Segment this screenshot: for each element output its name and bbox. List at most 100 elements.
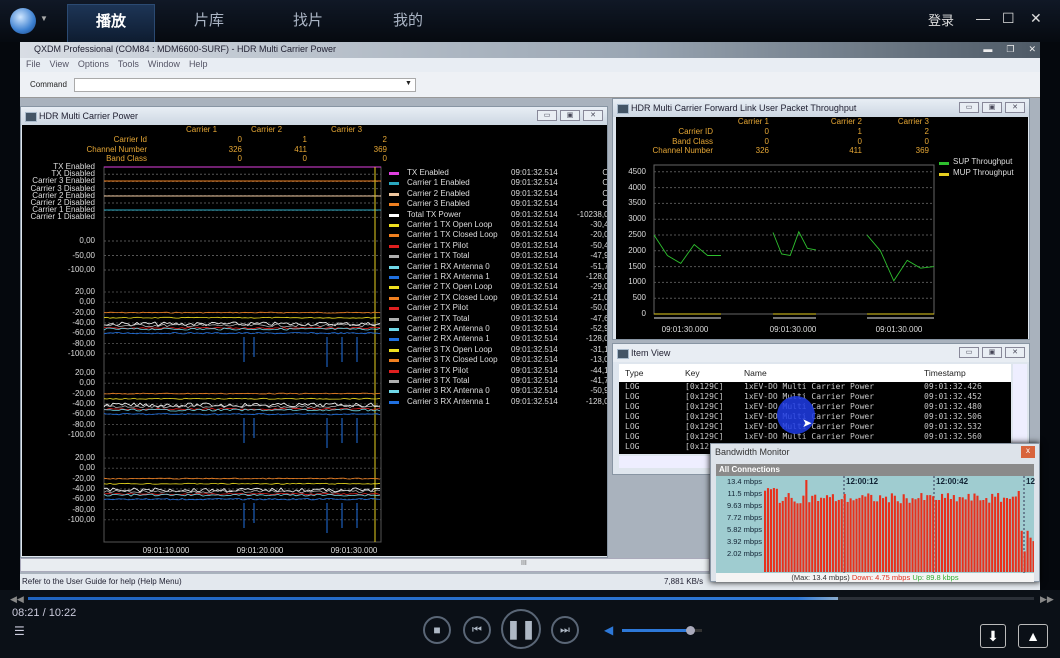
bandwidth-bar [823,498,826,572]
pause-icon[interactable]: ❚❚ [501,609,541,649]
player-controls: ◀◀ ▶▶ 08:21 / 10:22 ☰ ■ ⏮ ❚❚ ⏭ ◀ ⬇ ▲ [0,590,1060,658]
qxdm-restore-icon[interactable]: ❐ [1006,44,1014,55]
qxdm-minimize-icon[interactable]: ▬ [983,44,992,55]
qxdm-close-icon[interactable]: ✕ [1028,44,1036,55]
item-cell: LOG [625,432,640,441]
close-icon[interactable]: ✕ [1005,102,1025,113]
bandwidth-bar [817,500,820,572]
minimize-icon[interactable]: ▭ [959,347,979,358]
y-tick: -40,00 [72,398,95,408]
item-cell: 1xEV-DO Multi Carrier Power [744,382,875,391]
login-button[interactable]: 登录 [928,10,954,29]
bandwidth-bar [991,493,994,572]
bandwidth-bar [911,498,914,572]
bandwidth-bar [793,501,796,572]
menu-tools[interactable]: Tools [118,59,139,69]
legend-item: Carrier 1 TX Total 09:01:32.514 -47,97 [389,251,607,261]
restore-icon[interactable]: ▣ [560,110,580,121]
legend-time: 09:01:32.514 [511,188,558,198]
legend-swatch [389,296,399,300]
legend-swatch [389,265,399,269]
command-input[interactable] [74,78,416,92]
legend-time: 09:01:32.514 [511,220,558,229]
legend-item: Total TX Power 09:01:32.514 -10238,00 [389,210,607,220]
close-icon[interactable]: ✕ [1005,347,1025,358]
legend-item: Carrier 2 TX Total 09:01:32.514 -47,62 [389,314,607,324]
bandwidth-bar [814,494,817,572]
bandwidth-bar [796,503,799,572]
seek-bar[interactable] [28,597,1034,600]
legend-swatch [389,338,399,342]
x-tick: 09:01:30.000 [875,325,923,334]
share-icon[interactable]: ▲ [1018,624,1048,648]
tab-find[interactable]: 找片 [264,4,352,42]
legend-item: Carrier 1 RX Antenna 0 09:01:32.514 -51,78 [389,262,607,272]
legend-value: -10238,00 [576,209,607,219]
previous-icon[interactable]: ⏮ [463,616,491,644]
command-dropdown-icon[interactable]: ▼ [405,80,412,87]
y-tick: 4500 [628,166,646,176]
legend-time: 09:01:32.514 [511,261,558,271]
volume-knob[interactable] [686,626,695,635]
tab-play[interactable]: 播放 [67,4,155,42]
close-icon[interactable]: x [1021,446,1035,458]
forward-icon[interactable]: ▶▶ [1040,594,1054,605]
y-tick: -100,00 [67,348,95,358]
bandwidth-bar [952,495,955,572]
menu-options[interactable]: Options [78,59,109,69]
bandwidth-bar [784,497,787,572]
y-tick: -80,00 [72,504,95,514]
rewind-icon[interactable]: ◀◀ [10,594,24,605]
logo-dropdown-icon[interactable]: ▼ [40,14,48,23]
legend-swatch [939,162,949,165]
menu-file[interactable]: File [26,59,41,69]
restore-icon[interactable]: ▣ [982,102,1002,113]
volume-icon[interactable]: ◀ [604,623,613,637]
throughput-chart: Carrier 1 Carrier 2 Carrier 3 Carrier ID 0 1 2… [616,117,1028,339]
hdr-multi-carrier-power-window: HDR Multi Carrier Power ▭ ▣ ✕ Carrier 1 Car… [20,106,608,558]
legend-name: Carrier 2 TX Total [407,313,470,323]
bandwidth-bar [1023,551,1026,572]
menu-help[interactable]: Help [189,59,208,69]
legend-time: 09:01:32.514 [511,365,558,375]
minimize-icon[interactable]: — [976,10,990,26]
logo-icon[interactable] [10,8,36,34]
horizontal-scrollbar[interactable]: III [20,558,710,572]
legend-value: -50,91 [590,386,607,396]
close-icon[interactable]: ✕ [583,110,603,121]
legend-name: Carrier 2 TX Open Loop [407,282,493,292]
seek-progress [28,597,838,600]
maximize-icon[interactable]: ☐ [1002,10,1015,27]
throughput-title-text: HDR Multi Carrier Forward Link User Pack… [631,103,857,113]
minimize-icon[interactable]: ▭ [537,110,557,121]
minimize-icon[interactable]: ▭ [959,102,979,113]
legend-value: -47,97 [590,251,607,261]
menu-bar: File View Options Tools Window Help [20,58,1040,72]
tab-mine[interactable]: 我的 [364,4,452,42]
restore-icon[interactable]: ▣ [982,347,1002,358]
bandwidth-bar [976,495,979,572]
next-icon[interactable]: ⏭ [551,616,579,644]
playlist-icon[interactable]: ☰ [14,624,25,638]
menu-view[interactable]: View [50,59,69,69]
legend-time: 09:01:32.514 [511,240,558,250]
download-icon[interactable]: ⬇ [980,624,1006,648]
menu-window[interactable]: Window [148,59,180,69]
volume-slider[interactable] [622,626,702,635]
bandwidth-bar [775,488,778,572]
y-tick: 1500 [628,261,646,271]
close-icon[interactable]: ✕ [1030,10,1042,27]
bandwidth-bar [964,499,967,572]
legend-time: 09:01:32.514 [511,199,558,209]
stop-icon[interactable]: ■ [423,616,451,644]
bandwidth-bar [887,502,890,572]
column-header: Key [685,368,700,378]
bandwidth-bar [890,493,893,572]
column-header: Timestamp [924,368,966,378]
tab-library[interactable]: 片库 [165,4,253,42]
y-tick: -20,00 [72,307,95,317]
y-tick: 500 [632,293,646,303]
item-cell: 09:01:32.560 [924,432,982,441]
bandwidth-bar [923,500,926,572]
bandwidth-bar [1029,537,1032,572]
